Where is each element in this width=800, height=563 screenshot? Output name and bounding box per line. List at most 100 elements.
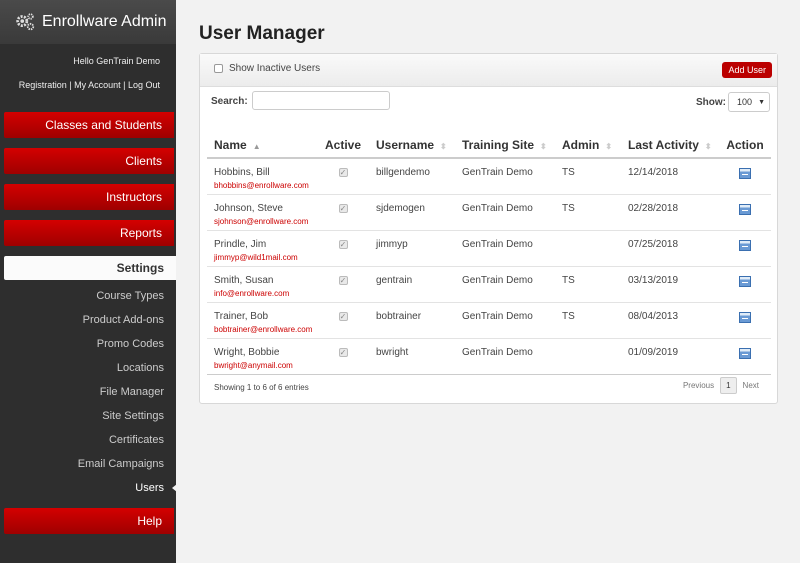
table-row: Hobbins, Bill bhobbins@enrollware.com ✓ …: [207, 158, 771, 195]
cell-admin: TS: [555, 266, 621, 303]
cell-active: ✓: [317, 338, 369, 375]
nav-classes-and-students[interactable]: Classes and Students: [4, 112, 174, 138]
user-name: Johnson, Steve: [214, 202, 283, 214]
registration-link[interactable]: Registration: [19, 80, 67, 90]
active-checkbox: ✓: [338, 347, 348, 357]
next-page-button[interactable]: Next: [743, 381, 759, 390]
sort-icon: ⬍: [605, 141, 613, 151]
cell-last-activity: 12/14/2018: [621, 158, 719, 195]
page-size-select[interactable]: 100 ▼: [728, 92, 770, 112]
user-email-link[interactable]: jimmyp@wild1mail.com: [214, 253, 317, 262]
cell-name: Wright, Bobbie bwright@anymail.com: [207, 338, 317, 375]
edit-icon[interactable]: [739, 203, 751, 215]
col-name[interactable]: Name ▲: [207, 132, 317, 159]
active-checkbox: ✓: [338, 239, 348, 249]
cell-active: ✓: [317, 230, 369, 267]
nav-clients[interactable]: Clients: [4, 148, 174, 174]
sort-icon: ⬍: [440, 141, 447, 151]
active-checkbox: ✓: [338, 168, 348, 177]
cell-admin: TS: [555, 194, 621, 231]
edit-icon[interactable]: [739, 239, 751, 251]
nav-settings[interactable]: Settings: [4, 256, 176, 280]
user-name: Hobbins, Bill: [214, 167, 270, 178]
pagination: Previous 1 Next: [683, 377, 759, 394]
cell-training-site: GenTrain Demo: [455, 302, 555, 339]
col-last-activity[interactable]: Last Activity ⬍: [621, 132, 719, 159]
cell-username: bwright: [369, 338, 455, 375]
subnav-users[interactable]: Users: [0, 476, 177, 500]
cell-name: Hobbins, Bill bhobbins@enrollware.com: [207, 158, 317, 195]
user-email-link[interactable]: bwright@anymail.com: [214, 361, 317, 370]
user-email-link[interactable]: sjohnson@enrollware.com: [214, 217, 317, 226]
subnav-file-manager[interactable]: File Manager: [0, 380, 176, 404]
cell-last-activity: 03/13/2019: [621, 266, 719, 303]
nav-reports[interactable]: Reports: [4, 220, 174, 246]
search-input[interactable]: [252, 91, 390, 110]
subnav-promo-codes[interactable]: Promo Codes: [0, 332, 176, 356]
cell-active: ✓: [317, 158, 369, 195]
user-email-link[interactable]: bobtrainer@enrollware.com: [214, 325, 317, 334]
user-greeting: Hello GenTrain Demo: [73, 56, 160, 66]
cell-action: [719, 266, 771, 303]
col-training-site[interactable]: Training Site ⬍: [455, 132, 555, 159]
col-action: Action: [719, 132, 771, 159]
subnav-locations[interactable]: Locations: [0, 356, 176, 380]
table-row: Trainer, Bob bobtrainer@enrollware.com ✓…: [207, 302, 771, 339]
subnav-certificates[interactable]: Certificates: [0, 428, 176, 452]
sort-asc-icon: ▲: [252, 141, 261, 151]
cell-training-site: GenTrain Demo: [455, 158, 555, 195]
cell-training-site: GenTrain Demo: [455, 338, 555, 375]
cell-action: [719, 230, 771, 267]
table-info: Showing 1 to 6 of 6 entries: [214, 383, 309, 392]
chevron-down-icon: ▼: [758, 99, 765, 106]
users-table: Name ▲ Active Username ⬍ Training Site ⬍ Ad…: [207, 132, 771, 375]
show-inactive-toggle[interactable]: Show Inactive Users: [214, 63, 320, 74]
edit-icon[interactable]: [739, 347, 751, 359]
nav-instructors[interactable]: Instructors: [4, 184, 174, 210]
cell-name: Johnson, Steve sjohnson@enrollware.com: [207, 194, 317, 231]
col-active[interactable]: Active: [317, 132, 369, 159]
user-name: Wright, Bobbie: [214, 346, 280, 358]
show-label: Show:: [696, 97, 726, 108]
cell-action: [719, 194, 771, 231]
table-row: Prindle, Jim jimmyp@wild1mail.com ✓ jimm…: [207, 230, 771, 267]
table-header-row: Name ▲ Active Username ⬍ Training Site ⬍ Ad…: [207, 132, 771, 159]
edit-icon[interactable]: [739, 168, 751, 179]
brand-bar[interactable]: Enrollware Admin: [0, 0, 176, 44]
cell-name: Prindle, Jim jimmyp@wild1mail.com: [207, 230, 317, 267]
user-email-link[interactable]: info@enrollware.com: [214, 289, 317, 298]
search-label: Search:: [211, 96, 248, 107]
app-title: Enrollware Admin: [42, 13, 167, 30]
previous-page-button[interactable]: Previous: [683, 381, 714, 390]
edit-icon[interactable]: [739, 275, 751, 287]
subnav-product-add-ons[interactable]: Product Add-ons: [0, 308, 176, 332]
cell-action: [719, 338, 771, 375]
user-email-link[interactable]: bhobbins@enrollware.com: [214, 181, 317, 190]
subnav-course-types[interactable]: Course Types: [0, 284, 176, 308]
my-account-link[interactable]: My Account: [74, 80, 121, 90]
page-1-button[interactable]: 1: [720, 377, 737, 394]
edit-icon[interactable]: [739, 311, 751, 323]
col-admin[interactable]: Admin ⬍: [555, 132, 621, 159]
col-username[interactable]: Username ⬍: [369, 132, 455, 159]
cell-training-site: GenTrain Demo: [455, 266, 555, 303]
cell-admin: [555, 338, 621, 375]
subnav-site-settings[interactable]: Site Settings: [0, 404, 176, 428]
nav-help[interactable]: Help: [4, 508, 174, 534]
cell-last-activity: 01/09/2019: [621, 338, 719, 375]
cell-username: billgendemo: [369, 158, 455, 195]
cell-last-activity: 02/28/2018: [621, 194, 719, 231]
active-checkbox: ✓: [338, 311, 348, 321]
log-out-link[interactable]: Log Out: [128, 80, 160, 90]
cell-username: sjdemogen: [369, 194, 455, 231]
show-inactive-checkbox[interactable]: [214, 64, 223, 73]
page-size-value: 100: [737, 97, 753, 107]
cell-name: Trainer, Bob bobtrainer@enrollware.com: [207, 302, 317, 339]
add-user-button[interactable]: Add User: [722, 62, 772, 78]
cell-training-site: GenTrain Demo: [455, 194, 555, 231]
user-name: Trainer, Bob: [214, 310, 269, 322]
settings-subnav: Course Types Product Add-ons Promo Codes…: [0, 284, 177, 500]
subnav-email-campaigns[interactable]: Email Campaigns: [0, 452, 176, 476]
user-manager-panel: Show Inactive Users Add User Search: Sho…: [199, 53, 778, 404]
cell-active: ✓: [317, 302, 369, 339]
